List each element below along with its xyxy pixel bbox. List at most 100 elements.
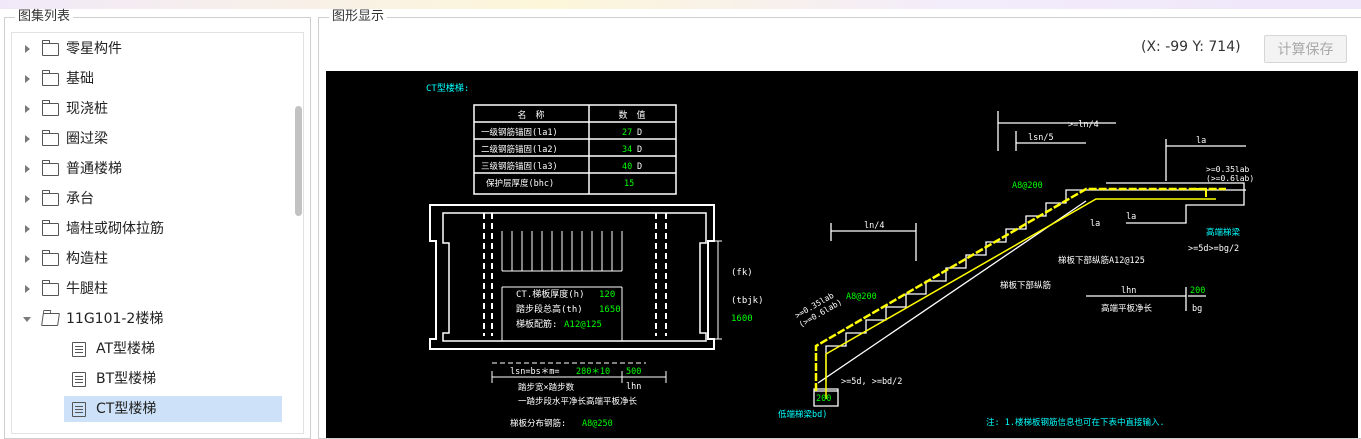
table-row-name: 三级钢筋锚固(la3) xyxy=(481,161,558,172)
tree-folder-node[interactable]: 零星构件 xyxy=(12,36,292,62)
caret-right-icon[interactable] xyxy=(25,225,30,233)
calc-save-button[interactable]: 计算保存 xyxy=(1264,35,1347,63)
caret-right-icon[interactable] xyxy=(25,255,30,263)
tree-folder-node[interactable]: 基础 xyxy=(12,66,292,92)
section-dim: ln/4 xyxy=(864,221,884,231)
tree-node-label: 基础 xyxy=(66,71,94,87)
cursor-coordinate-readout: (X: -99 Y: 714) xyxy=(1141,39,1241,55)
folder-icon xyxy=(42,190,59,206)
table-row-unit: D xyxy=(637,145,642,155)
table-header-name: 名 称 xyxy=(517,109,544,121)
plan-tbjk-value: 1600 xyxy=(731,314,753,324)
section-dim: lsn/5 xyxy=(1028,133,1054,143)
section-dim: >=5d, >=bd/2 xyxy=(841,377,902,387)
tree-folder-node[interactable]: 牛腿柱 xyxy=(12,276,292,302)
tree-folder-node[interactable]: 承台 xyxy=(12,186,292,212)
section-rebar: A8@200 xyxy=(1012,181,1043,191)
atlas-list-title: 图集列表 xyxy=(15,9,74,25)
tree-folder-node[interactable]: 普通楼梯 xyxy=(12,156,292,182)
section-note: 注: 1.楼梯板钢筋信息也可在下表中直接输入. xyxy=(986,417,1165,428)
plan-lsn-dim: lsn=bs＊m= xyxy=(510,367,559,377)
folder-icon xyxy=(42,40,59,56)
top-gradient-band xyxy=(0,0,1361,9)
folder-icon xyxy=(41,313,60,326)
section-dim: la xyxy=(1196,136,1206,146)
caret-right-icon[interactable] xyxy=(25,75,30,83)
section-low-beam: 低端梯梁bd) xyxy=(778,409,827,420)
section-bottom-rebar-2: 梯板下部纵筋 xyxy=(1000,280,1051,291)
tree-folder-node[interactable]: 墙柱或砌体拉筋 xyxy=(12,216,292,242)
tree-node-label: 11G101-2楼梯 xyxy=(66,311,164,327)
table-row-name: 保护层厚度(bhc) xyxy=(486,178,554,189)
table-row-name: 一级钢筋锚固(la1) xyxy=(481,127,558,138)
section-bottom-rebar: 梯板下部纵筋A12@125 xyxy=(1058,255,1145,266)
tree-folder-node[interactable]: 11G101-2楼梯 xyxy=(12,306,292,332)
caret-right-icon[interactable] xyxy=(25,285,30,293)
plan-dist-value: A8@250 xyxy=(582,419,613,429)
section-dim: la xyxy=(1126,212,1136,222)
section-dim: (>=0.6lab) xyxy=(1206,174,1254,183)
atlas-tree: 零星构件基础现浇桩圈过梁普通楼梯承台墙柱或砌体拉筋 构造柱牛腿柱 11G101-2楼… xyxy=(11,32,304,434)
tree-folder-node[interactable]: 圈过梁 xyxy=(12,126,292,152)
tree-node-label: 圈过梁 xyxy=(66,131,108,147)
tree-node-label: 牛腿柱 xyxy=(66,281,108,297)
folder-icon xyxy=(42,130,59,146)
document-icon xyxy=(72,342,86,357)
folder-icon xyxy=(42,250,59,266)
tree-node-label: BT型楼梯 xyxy=(96,371,157,387)
folder-icon xyxy=(42,280,59,296)
section-dim: lhn xyxy=(1121,286,1136,296)
caret-right-icon[interactable] xyxy=(25,105,30,113)
section-dim: >=0.35lab xyxy=(1206,165,1250,174)
tree-node-label: 墙柱或砌体拉筋 xyxy=(66,221,164,237)
stair-section-view xyxy=(813,111,1246,407)
table-row-value: 15 xyxy=(624,179,634,189)
graphic-display-panel: 图形显示 (X: -99 Y: 714) 计算保存 CT型楼梯: 名 称 数 值… xyxy=(318,9,1361,439)
caret-down-icon[interactable] xyxy=(23,317,31,322)
table-row-value: 34 xyxy=(622,145,632,155)
table-row-name: 二级钢筋锚固(la2) xyxy=(481,144,558,155)
tree-folder-node[interactable]: 构造柱 xyxy=(12,246,292,272)
plan-dist-label: 梯板分布钢筋: xyxy=(510,418,566,429)
tree-node-label: 构造柱 xyxy=(66,251,108,267)
atlas-list-panel: 图集列表 零星构件基础现浇桩圈过梁普通楼梯承台墙柱或砌体拉筋 构造柱牛腿柱 11G1… xyxy=(4,9,311,439)
plan-rebar-label: 梯板配筋: xyxy=(516,318,557,330)
plan-note-2: 一踏步段水平净长高端平板净长 xyxy=(518,396,638,407)
section-dim: >=ln/4 xyxy=(1068,120,1099,130)
table-header-value: 数 值 xyxy=(618,109,645,121)
plan-step-height-label: 踏步段总高(th) xyxy=(516,303,583,315)
plan-500-value: 500 xyxy=(626,367,641,377)
tree-node-label: 承台 xyxy=(66,191,94,207)
tree-scrollbar[interactable] xyxy=(295,106,302,216)
caret-right-icon[interactable] xyxy=(25,195,30,203)
document-icon xyxy=(72,402,86,417)
stair-drawing: CT型楼梯: 名 称 数 值 一级钢筋锚固(la1) 27 D 二级钢筋锚固(l… xyxy=(426,82,1254,429)
document-icon xyxy=(72,372,86,387)
section-dim-value: 200 xyxy=(1190,286,1205,296)
plan-lhn-dim: lhn xyxy=(626,382,641,392)
tree-node-label: 现浇桩 xyxy=(66,101,108,117)
section-high-beam: 高端梯梁 xyxy=(1206,227,1241,238)
table-row-unit: D xyxy=(637,162,642,172)
tree-document-node[interactable]: CT型楼梯 xyxy=(64,396,282,422)
tree-folder-node[interactable]: 现浇桩 xyxy=(12,96,292,122)
plan-fk-label: (fk) xyxy=(731,268,753,278)
section-rebar: A8@200 xyxy=(846,292,877,302)
plan-rebar-value: A12@125 xyxy=(564,320,602,330)
tree-node-label: 普通楼梯 xyxy=(66,161,122,177)
table-row-unit: D xyxy=(637,128,642,138)
caret-right-icon[interactable] xyxy=(25,45,30,53)
section-dim-value: 200 xyxy=(816,394,831,404)
section-dim: la xyxy=(1090,219,1100,229)
plan-thickness-value: 120 xyxy=(599,290,615,300)
table-row-value: 27 xyxy=(622,128,632,138)
caret-right-icon[interactable] xyxy=(25,165,30,173)
plan-note-1: 踏步宽×踏步数 xyxy=(518,382,575,393)
caret-right-icon[interactable] xyxy=(25,135,30,143)
plan-thickness-label: CT.梯板厚度(h) xyxy=(516,288,585,300)
drawing-canvas[interactable]: CT型楼梯: 名 称 数 值 一级钢筋锚固(la1) 27 D 二级钢筋锚固(l… xyxy=(326,71,1358,438)
folder-icon xyxy=(42,220,59,236)
tree-document-node[interactable]: AT型楼梯 xyxy=(12,336,282,362)
graphic-display-title: 图形显示 xyxy=(329,9,388,25)
tree-document-node[interactable]: BT型楼梯 xyxy=(12,366,282,392)
